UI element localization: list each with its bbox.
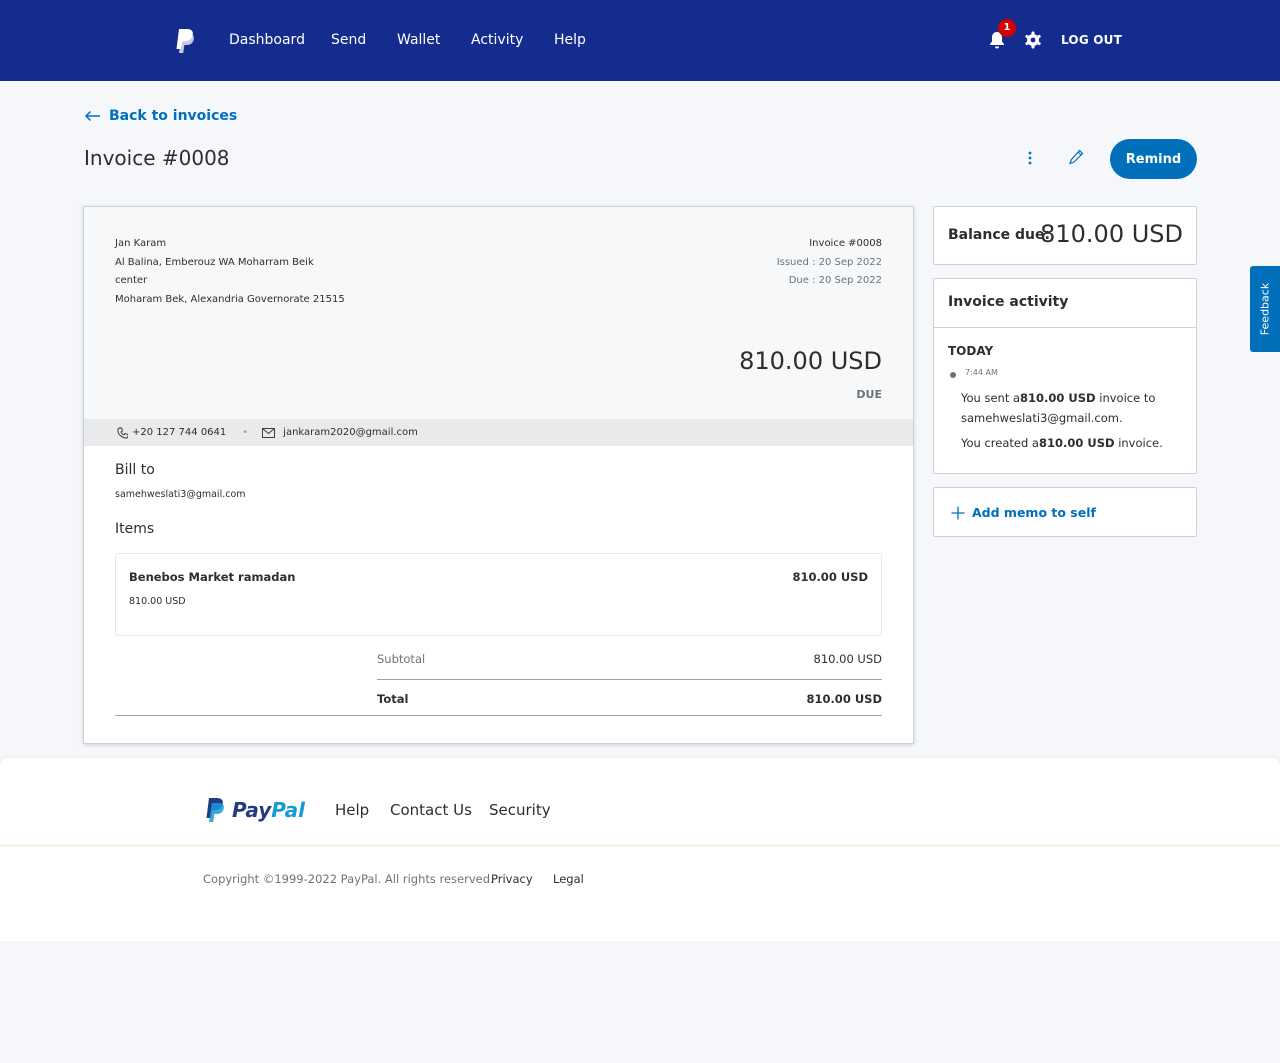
feedback-tab[interactable]: Feedback: [1250, 266, 1280, 352]
sender-address-line: Moharam Bek, Alexandria Governorate 2151…: [115, 293, 345, 305]
privacy-link[interactable]: Privacy: [491, 872, 533, 886]
activity-text: invoice.: [1114, 436, 1163, 450]
item-amount: 810.00 USD: [792, 570, 868, 584]
add-memo-button[interactable]: Add memo to self: [933, 487, 1197, 537]
balance-due-value: 810.00 USD: [1040, 220, 1183, 248]
activity-amount: 810.00 USD: [1020, 391, 1096, 405]
divider: [115, 715, 882, 716]
due-date: Due : 20 Sep 2022: [788, 275, 882, 286]
feedback-label: Feedback: [1258, 282, 1272, 336]
notification-badge: 1: [998, 19, 1016, 37]
items-heading: Items: [115, 521, 155, 537]
phone-icon: [117, 427, 128, 438]
sender-address-line: Al Balina, Emberouz WA Moharram Beik: [115, 256, 314, 268]
paypal-brand-logo[interactable]: PayPal: [204, 797, 305, 823]
more-options-icon[interactable]: [1024, 150, 1036, 166]
line-item: Benebos Market ramadan 810.00 USD 810.00…: [115, 553, 882, 636]
activity-sent-entry: You sent a810.00 USD invoice to samehwes…: [961, 388, 1186, 428]
paypal-monogram-icon: [206, 798, 224, 822]
add-memo-content: Add memo to self: [951, 505, 1096, 520]
nav-dashboard[interactable]: Dashboard: [229, 31, 305, 49]
logout-link[interactable]: LOG OUT: [1061, 33, 1122, 47]
footer: PayPal Help Contact Us Security Copyrigh…: [0, 758, 1280, 941]
total-label: Total: [377, 692, 409, 706]
subtotal-label: Subtotal: [377, 652, 426, 666]
nav-help[interactable]: Help: [554, 31, 586, 49]
wordmark-pay: Pay: [232, 798, 272, 822]
balance-due-card: Balance due: 810.00 USD: [933, 206, 1197, 265]
invoice-meta: Invoice #0008 Issued : 20 Sep 2022 Due :…: [777, 235, 882, 291]
gear-icon[interactable]: [1024, 31, 1042, 49]
remind-button[interactable]: Remind: [1110, 139, 1197, 179]
timeline-dot: [950, 372, 956, 378]
invoice-activity-card: Invoice activity TODAY 7:44 AM You sent …: [933, 278, 1197, 474]
sender-phone: +20 127 744 0641: [132, 427, 227, 438]
invoice-number: Invoice #0008: [809, 238, 882, 249]
sender-email: jankaram2020@gmail.com: [283, 427, 418, 438]
activity-title: Invoice activity: [948, 294, 1069, 310]
paypal-wordmark: PayPal: [232, 798, 305, 822]
back-to-invoices-link[interactable]: Back to invoices: [84, 108, 237, 124]
add-memo-label: Add memo to self: [972, 505, 1096, 520]
footer-security-link[interactable]: Security: [489, 801, 551, 819]
sender-address-line: center: [115, 275, 148, 286]
divider: [377, 679, 882, 680]
activity-amount: 810.00 USD: [1038, 436, 1115, 450]
sender-contact-bar: +20 127 744 0641 • jankaram2020@gmail.co…: [84, 419, 913, 446]
sender-address: Jan Karam Al Balina, Emberouz WA Moharra…: [115, 235, 345, 309]
balance-due-label: Balance due:: [948, 227, 1051, 243]
issued-date: Issued : 20 Sep 2022: [776, 256, 882, 268]
plus-icon: [951, 506, 965, 519]
email-icon: [262, 427, 276, 438]
divider: [934, 327, 1196, 328]
invoice-header: Jan Karam Al Balina, Emberouz WA Moharra…: [84, 207, 913, 419]
wordmark-pal: Pal: [271, 798, 306, 822]
status-label: DUE: [856, 388, 882, 401]
top-navigation: Dashboard Send Wallet Activity Help 1 LO…: [0, 0, 1280, 81]
sender-name: Jan Karam: [115, 238, 167, 249]
total-value: 810.00 USD: [806, 692, 882, 706]
bill-to-email: samehweslati3@gmail.com: [115, 489, 246, 500]
nav-send[interactable]: Send: [331, 31, 366, 49]
back-label: Back to invoices: [109, 108, 238, 124]
legal-link[interactable]: Legal: [553, 872, 584, 886]
paypal-logo-icon[interactable]: [174, 28, 196, 54]
activity-text: You sent a: [961, 391, 1021, 405]
activity-created-entry: You created a810.00 USD invoice.: [961, 435, 1186, 451]
edit-pencil-icon[interactable]: [1068, 149, 1084, 167]
divider: [0, 844, 1280, 847]
subtotal-value: 810.00 USD: [813, 652, 882, 666]
bill-to-heading: Bill to: [115, 462, 155, 478]
invoice-preview: Jan Karam Al Balina, Emberouz WA Moharra…: [83, 206, 914, 744]
invoice-amount: 810.00 USD: [739, 347, 882, 375]
item-name: Benebos Market ramadan: [129, 570, 296, 584]
page-title: Invoice #0008: [84, 146, 230, 170]
footer-contact-link[interactable]: Contact Us: [390, 801, 472, 819]
nav-activity[interactable]: Activity: [471, 31, 523, 49]
activity-text: You created a: [961, 436, 1039, 450]
item-unit-price: 810.00 USD: [129, 596, 186, 607]
activity-day: TODAY: [948, 344, 994, 358]
arrow-left-icon: [84, 110, 100, 122]
nav-wallet[interactable]: Wallet: [397, 31, 440, 49]
footer-help-link[interactable]: Help: [335, 801, 369, 819]
activity-time: 7:44 AM: [965, 368, 998, 377]
copyright-text: Copyright ©1999-2022 PayPal. All rights …: [203, 872, 494, 886]
